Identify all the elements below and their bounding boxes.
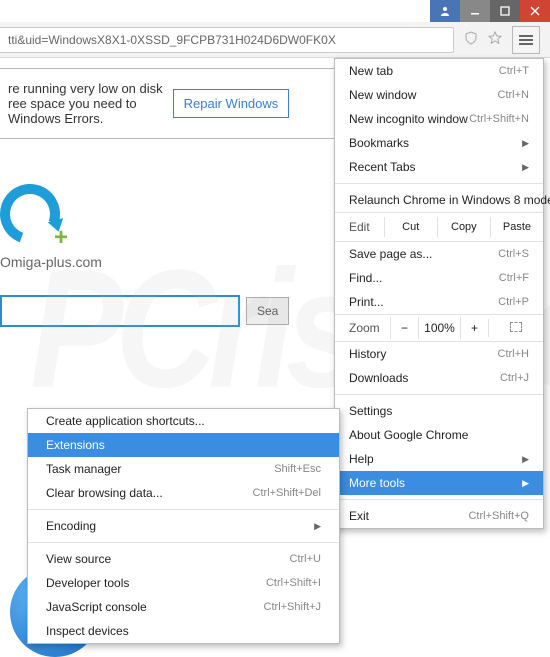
star-icon[interactable] bbox=[488, 31, 502, 48]
search-input[interactable] bbox=[0, 295, 240, 327]
sub-encoding[interactable]: Encoding▶ bbox=[28, 514, 339, 538]
menu-incognito[interactable]: New incognito windowCtrl+Shift+N bbox=[335, 107, 543, 131]
sub-js-console[interactable]: JavaScript consoleCtrl+Shift+J bbox=[28, 595, 339, 619]
menu-zoom-row: Zoom − 100% + bbox=[335, 314, 543, 342]
address-bar[interactable]: tti&uid=WindowsX8X1-0XSSD_9FCPB731H024D6… bbox=[0, 27, 454, 53]
maximize-button[interactable] bbox=[490, 0, 520, 22]
shield-icon[interactable] bbox=[464, 31, 478, 48]
hamburger-icon bbox=[519, 39, 533, 41]
sub-view-source[interactable]: View sourceCtrl+U bbox=[28, 547, 339, 571]
menu-bookmarks[interactable]: Bookmarks▶ bbox=[335, 131, 543, 155]
fullscreen-icon bbox=[510, 322, 522, 332]
disk-banner: re running very low on disk ree space yo… bbox=[0, 68, 345, 139]
menu-exit[interactable]: ExitCtrl+Shift+Q bbox=[335, 504, 543, 528]
close-button[interactable] bbox=[520, 0, 550, 22]
edit-paste[interactable]: Paste bbox=[490, 217, 543, 237]
edit-copy[interactable]: Copy bbox=[437, 217, 490, 237]
menu-new-window[interactable]: New windowCtrl+N bbox=[335, 83, 543, 107]
chevron-right-icon: ▶ bbox=[314, 521, 321, 532]
chevron-right-icon: ▶ bbox=[522, 162, 529, 173]
menu-downloads[interactable]: DownloadsCtrl+J bbox=[335, 366, 543, 390]
zoom-in[interactable]: + bbox=[460, 317, 488, 339]
more-tools-submenu: Create application shortcuts... Extensio… bbox=[27, 408, 340, 644]
banner-line3: Windows Errors. bbox=[8, 111, 163, 126]
user-icon[interactable] bbox=[430, 0, 460, 22]
banner-line1: re running very low on disk bbox=[8, 81, 163, 96]
sub-task-manager[interactable]: Task managerShift+Esc bbox=[28, 457, 339, 481]
repair-button[interactable]: Repair Windows bbox=[173, 89, 290, 118]
edit-cut[interactable]: Cut bbox=[384, 217, 437, 237]
menu-settings[interactable]: Settings bbox=[335, 399, 543, 423]
url-text: tti&uid=WindowsX8X1-0XSSD_9FCPB731H024D6… bbox=[8, 33, 336, 47]
menu-recent-tabs[interactable]: Recent Tabs▶ bbox=[335, 155, 543, 179]
menu-new-tab[interactable]: New tabCtrl+T bbox=[335, 59, 543, 83]
menu-help[interactable]: Help▶ bbox=[335, 447, 543, 471]
menu-more-tools[interactable]: More tools▶ bbox=[335, 471, 543, 495]
chevron-right-icon: ▶ bbox=[522, 138, 529, 149]
chevron-right-icon: ▶ bbox=[522, 454, 529, 465]
menu-button[interactable] bbox=[512, 26, 540, 54]
menu-edit-label: Edit bbox=[335, 220, 384, 234]
search-button[interactable]: Sea bbox=[246, 297, 289, 325]
omiga-logo-icon: + bbox=[0, 184, 70, 254]
chrome-menu: New tabCtrl+T New windowCtrl+N New incog… bbox=[334, 58, 544, 529]
menu-find[interactable]: Find...Ctrl+F bbox=[335, 266, 543, 290]
sub-clear-data[interactable]: Clear browsing data...Ctrl+Shift+Del bbox=[28, 481, 339, 505]
banner-line2: ree space you need to bbox=[8, 96, 163, 111]
zoom-label: Zoom bbox=[335, 321, 390, 335]
sub-inspect-devices[interactable]: Inspect devices bbox=[28, 619, 339, 643]
minimize-button[interactable] bbox=[460, 0, 490, 22]
zoom-value: 100% bbox=[418, 317, 460, 339]
sub-dev-tools[interactable]: Developer toolsCtrl+Shift+I bbox=[28, 571, 339, 595]
menu-edit-row: Edit Cut Copy Paste bbox=[335, 212, 543, 242]
menu-save-as[interactable]: Save page as...Ctrl+S bbox=[335, 242, 543, 266]
sub-extensions[interactable]: Extensions bbox=[28, 433, 339, 457]
menu-history[interactable]: HistoryCtrl+H bbox=[335, 342, 543, 366]
fullscreen-button[interactable] bbox=[488, 319, 543, 337]
chevron-right-icon: ▶ bbox=[522, 478, 529, 489]
sub-create-shortcuts[interactable]: Create application shortcuts... bbox=[28, 409, 339, 433]
menu-relaunch[interactable]: Relaunch Chrome in Windows 8 mode bbox=[335, 188, 543, 212]
zoom-out[interactable]: − bbox=[390, 317, 418, 339]
menu-about[interactable]: About Google Chrome bbox=[335, 423, 543, 447]
menu-print[interactable]: Print...Ctrl+P bbox=[335, 290, 543, 314]
